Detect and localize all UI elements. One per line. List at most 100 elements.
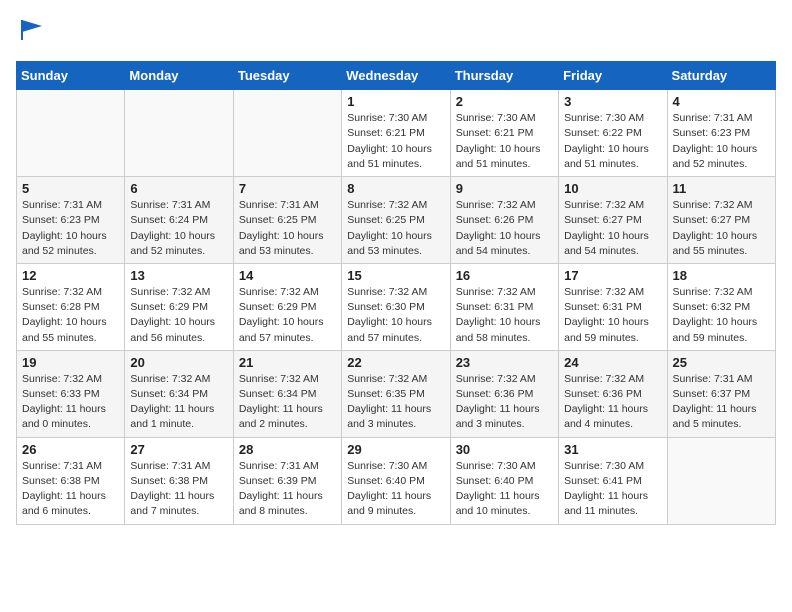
calendar-cell: 10 Sunrise: 7:32 AM Sunset: 6:27 PM Dayli… (559, 177, 667, 264)
day-number: 10 (564, 181, 661, 196)
calendar-cell: 28 Sunrise: 7:31 AM Sunset: 6:39 PM Dayli… (233, 437, 341, 524)
page-header (16, 16, 776, 49)
day-number: 20 (130, 355, 227, 370)
calendar-cell: 19 Sunrise: 7:32 AM Sunset: 6:33 PM Dayli… (17, 350, 125, 437)
calendar-cell: 26 Sunrise: 7:31 AM Sunset: 6:38 PM Dayli… (17, 437, 125, 524)
day-number: 5 (22, 181, 119, 196)
day-number: 11 (673, 181, 770, 196)
day-info: Sunrise: 7:30 AM Sunset: 6:41 PM Dayligh… (564, 459, 661, 520)
calendar-cell: 17 Sunrise: 7:32 AM Sunset: 6:31 PM Dayli… (559, 263, 667, 350)
week-row-3: 12 Sunrise: 7:32 AM Sunset: 6:28 PM Dayli… (17, 263, 776, 350)
day-info: Sunrise: 7:32 AM Sunset: 6:31 PM Dayligh… (564, 285, 661, 346)
weekday-header-row: SundayMondayTuesdayWednesdayThursdayFrid… (17, 62, 776, 90)
day-number: 12 (22, 268, 119, 283)
logo (16, 16, 46, 49)
day-info: Sunrise: 7:32 AM Sunset: 6:26 PM Dayligh… (456, 198, 553, 259)
calendar-cell: 27 Sunrise: 7:31 AM Sunset: 6:38 PM Dayli… (125, 437, 233, 524)
calendar-cell: 16 Sunrise: 7:32 AM Sunset: 6:31 PM Dayli… (450, 263, 558, 350)
day-info: Sunrise: 7:32 AM Sunset: 6:30 PM Dayligh… (347, 285, 444, 346)
day-number: 25 (673, 355, 770, 370)
calendar-cell: 11 Sunrise: 7:32 AM Sunset: 6:27 PM Dayli… (667, 177, 775, 264)
day-info: Sunrise: 7:32 AM Sunset: 6:27 PM Dayligh… (564, 198, 661, 259)
calendar-cell: 9 Sunrise: 7:32 AM Sunset: 6:26 PM Daylig… (450, 177, 558, 264)
day-info: Sunrise: 7:31 AM Sunset: 6:38 PM Dayligh… (130, 459, 227, 520)
day-info: Sunrise: 7:32 AM Sunset: 6:36 PM Dayligh… (564, 372, 661, 433)
day-number: 16 (456, 268, 553, 283)
day-number: 13 (130, 268, 227, 283)
calendar-cell (233, 90, 341, 177)
day-info: Sunrise: 7:32 AM Sunset: 6:31 PM Dayligh… (456, 285, 553, 346)
day-info: Sunrise: 7:30 AM Sunset: 6:22 PM Dayligh… (564, 111, 661, 172)
logo-flag-icon (18, 16, 46, 44)
day-number: 15 (347, 268, 444, 283)
day-number: 31 (564, 442, 661, 457)
calendar-cell: 6Sunrise: 7:31 AM Sunset: 6:24 PM Daylig… (125, 177, 233, 264)
calendar-cell (125, 90, 233, 177)
day-info: Sunrise: 7:32 AM Sunset: 6:34 PM Dayligh… (130, 372, 227, 433)
day-number: 6 (130, 181, 227, 196)
day-info: Sunrise: 7:30 AM Sunset: 6:40 PM Dayligh… (347, 459, 444, 520)
calendar-cell: 2 Sunrise: 7:30 AM Sunset: 6:21 PM Daylig… (450, 90, 558, 177)
day-info: Sunrise: 7:32 AM Sunset: 6:32 PM Dayligh… (673, 285, 770, 346)
week-row-2: 5 Sunrise: 7:31 AM Sunset: 6:23 PM Daylig… (17, 177, 776, 264)
day-info: Sunrise: 7:32 AM Sunset: 6:28 PM Dayligh… (22, 285, 119, 346)
day-info: Sunrise: 7:31 AM Sunset: 6:23 PM Dayligh… (673, 111, 770, 172)
week-row-1: 1 Sunrise: 7:30 AM Sunset: 6:21 PM Daylig… (17, 90, 776, 177)
calendar-table: SundayMondayTuesdayWednesdayThursdayFrid… (16, 61, 776, 524)
day-info: Sunrise: 7:32 AM Sunset: 6:36 PM Dayligh… (456, 372, 553, 433)
calendar-cell: 7 Sunrise: 7:31 AM Sunset: 6:25 PM Daylig… (233, 177, 341, 264)
day-info: Sunrise: 7:31 AM Sunset: 6:39 PM Dayligh… (239, 459, 336, 520)
weekday-wednesday: Wednesday (342, 62, 450, 90)
day-info: Sunrise: 7:30 AM Sunset: 6:40 PM Dayligh… (456, 459, 553, 520)
day-info: Sunrise: 7:30 AM Sunset: 6:21 PM Dayligh… (347, 111, 444, 172)
day-info: Sunrise: 7:31 AM Sunset: 6:37 PM Dayligh… (673, 372, 770, 433)
day-info: Sunrise: 7:31 AM Sunset: 6:23 PM Dayligh… (22, 198, 119, 259)
day-number: 27 (130, 442, 227, 457)
weekday-tuesday: Tuesday (233, 62, 341, 90)
calendar-cell: 20 Sunrise: 7:32 AM Sunset: 6:34 PM Dayli… (125, 350, 233, 437)
calendar-cell (667, 437, 775, 524)
day-number: 3 (564, 94, 661, 109)
day-number: 21 (239, 355, 336, 370)
day-info: Sunrise: 7:32 AM Sunset: 6:33 PM Dayligh… (22, 372, 119, 433)
day-info: Sunrise: 7:32 AM Sunset: 6:27 PM Dayligh… (673, 198, 770, 259)
week-row-5: 26 Sunrise: 7:31 AM Sunset: 6:38 PM Dayli… (17, 437, 776, 524)
weekday-friday: Friday (559, 62, 667, 90)
day-number: 19 (22, 355, 119, 370)
calendar-cell: 22Sunrise: 7:32 AM Sunset: 6:35 PM Dayli… (342, 350, 450, 437)
calendar-cell: 1 Sunrise: 7:30 AM Sunset: 6:21 PM Daylig… (342, 90, 450, 177)
day-info: Sunrise: 7:31 AM Sunset: 6:38 PM Dayligh… (22, 459, 119, 520)
day-number: 7 (239, 181, 336, 196)
calendar-cell: 29Sunrise: 7:30 AM Sunset: 6:40 PM Dayli… (342, 437, 450, 524)
calendar-cell: 31 Sunrise: 7:30 AM Sunset: 6:41 PM Dayli… (559, 437, 667, 524)
weekday-sunday: Sunday (17, 62, 125, 90)
day-number: 18 (673, 268, 770, 283)
day-number: 28 (239, 442, 336, 457)
calendar-cell: 23 Sunrise: 7:32 AM Sunset: 6:36 PM Dayli… (450, 350, 558, 437)
calendar-cell: 4 Sunrise: 7:31 AM Sunset: 6:23 PM Daylig… (667, 90, 775, 177)
day-info: Sunrise: 7:31 AM Sunset: 6:25 PM Dayligh… (239, 198, 336, 259)
day-number: 4 (673, 94, 770, 109)
day-number: 30 (456, 442, 553, 457)
day-number: 1 (347, 94, 444, 109)
calendar-cell: 5 Sunrise: 7:31 AM Sunset: 6:23 PM Daylig… (17, 177, 125, 264)
calendar-cell: 18 Sunrise: 7:32 AM Sunset: 6:32 PM Dayli… (667, 263, 775, 350)
day-number: 8 (347, 181, 444, 196)
calendar-body: 1 Sunrise: 7:30 AM Sunset: 6:21 PM Daylig… (17, 90, 776, 524)
day-number: 2 (456, 94, 553, 109)
day-number: 14 (239, 268, 336, 283)
calendar-cell: 21 Sunrise: 7:32 AM Sunset: 6:34 PM Dayli… (233, 350, 341, 437)
day-info: Sunrise: 7:32 AM Sunset: 6:34 PM Dayligh… (239, 372, 336, 433)
calendar-cell: 15 Sunrise: 7:32 AM Sunset: 6:30 PM Dayli… (342, 263, 450, 350)
day-number: 17 (564, 268, 661, 283)
weekday-thursday: Thursday (450, 62, 558, 90)
calendar-cell: 8Sunrise: 7:32 AM Sunset: 6:25 PM Daylig… (342, 177, 450, 264)
day-info: Sunrise: 7:30 AM Sunset: 6:21 PM Dayligh… (456, 111, 553, 172)
calendar-cell (17, 90, 125, 177)
calendar-cell: 3 Sunrise: 7:30 AM Sunset: 6:22 PM Daylig… (559, 90, 667, 177)
day-number: 23 (456, 355, 553, 370)
weekday-monday: Monday (125, 62, 233, 90)
day-number: 26 (22, 442, 119, 457)
day-number: 24 (564, 355, 661, 370)
day-number: 9 (456, 181, 553, 196)
